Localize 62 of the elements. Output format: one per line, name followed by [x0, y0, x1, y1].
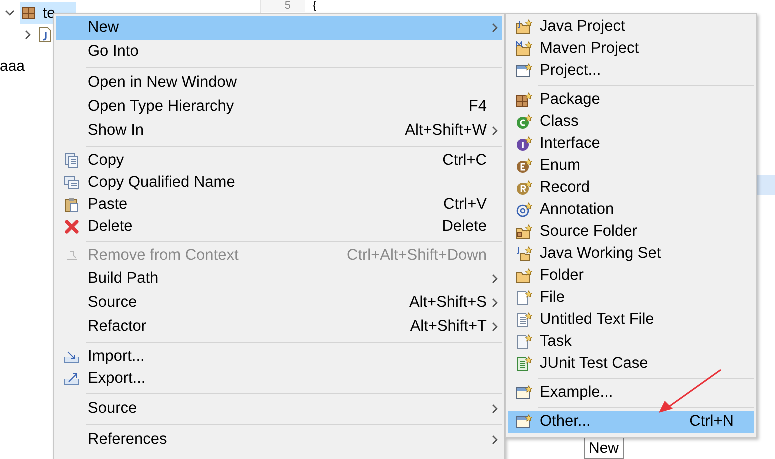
- new-button[interactable]: New: [584, 437, 624, 459]
- copy-icon: [64, 175, 80, 191]
- menu-item[interactable]: Java Project: [508, 16, 754, 38]
- menu-item[interactable]: Source Alt+Shift+S: [56, 291, 502, 315]
- menu-item[interactable]: Paste Ctrl+V: [56, 194, 502, 216]
- menu-item[interactable]: File: [508, 287, 754, 309]
- menu-item[interactable]: Maven Project: [508, 38, 754, 60]
- menu-item[interactable]: Open in New Window: [56, 71, 502, 95]
- menu-item[interactable]: Copy Ctrl+C: [56, 150, 502, 172]
- menu-item[interactable]: Refactor Alt+Shift+T: [56, 315, 502, 339]
- menu-item[interactable]: Show In Alt+Shift+W: [56, 119, 502, 143]
- interface-icon: [516, 136, 532, 152]
- text-file-icon: [516, 312, 532, 328]
- import-icon: [64, 349, 80, 365]
- menu-item[interactable]: Record: [508, 177, 754, 199]
- menu-item[interactable]: Enum: [508, 155, 754, 177]
- menu-item[interactable]: Untitled Text File: [508, 309, 754, 331]
- menu-item[interactable]: Project...: [508, 60, 754, 82]
- window-icon: [516, 414, 532, 430]
- menu-item[interactable]: Copy Qualified Name: [56, 172, 502, 194]
- menu-item[interactable]: Interface: [508, 133, 754, 155]
- class-icon: [516, 114, 532, 130]
- test-file-icon: [516, 356, 532, 372]
- window-icon: [516, 63, 532, 79]
- working-set-icon: [516, 246, 532, 262]
- task-icon: [516, 334, 532, 350]
- export-icon: [64, 371, 80, 387]
- menu-item[interactable]: New: [56, 16, 502, 40]
- package-icon: [516, 92, 532, 108]
- menu-item[interactable]: Task: [508, 331, 754, 353]
- menu-item[interactable]: Export...: [56, 368, 502, 390]
- window-icon: [516, 385, 532, 401]
- copy-icon: [64, 153, 80, 169]
- line-number: 5: [261, 0, 305, 12]
- menu-item[interactable]: Java Working Set: [508, 243, 754, 265]
- menu-item[interactable]: Delete Delete: [56, 216, 502, 238]
- menu-item[interactable]: References: [56, 428, 502, 452]
- menu-item[interactable]: Package: [508, 89, 754, 111]
- folder-icon: [516, 41, 532, 57]
- outline-text: aaa: [0, 58, 26, 75]
- folder-icon: [516, 224, 532, 240]
- folder-icon: [516, 268, 532, 284]
- menu-item[interactable]: Example...: [508, 382, 754, 404]
- annotation-arrow: [659, 369, 722, 413]
- folder-icon: [516, 19, 532, 35]
- menu-item[interactable]: Import...: [56, 346, 502, 368]
- menu-item[interactable]: Folder: [508, 265, 754, 287]
- delete-icon: [64, 219, 80, 235]
- menu-item[interactable]: Open Type Hierarchy F4: [56, 95, 502, 119]
- menu-item[interactable]: Other... Ctrl+N: [508, 411, 754, 433]
- menu-item[interactable]: JUnit Test Case: [508, 353, 754, 375]
- menu-item[interactable]: Annotation: [508, 199, 754, 221]
- menu-item[interactable]: Build Path: [56, 267, 502, 291]
- menu-item[interactable]: Source Folder: [508, 221, 754, 243]
- file-icon: [516, 290, 532, 306]
- menu-item[interactable]: Class: [508, 111, 754, 133]
- menu-item[interactable]: Go Into: [56, 40, 502, 64]
- enum-icon: [516, 158, 532, 174]
- record-icon: [516, 180, 532, 196]
- menu-item[interactable]: Source: [56, 397, 502, 421]
- clipboard-icon: [64, 197, 80, 213]
- code-text: {: [312, 0, 317, 12]
